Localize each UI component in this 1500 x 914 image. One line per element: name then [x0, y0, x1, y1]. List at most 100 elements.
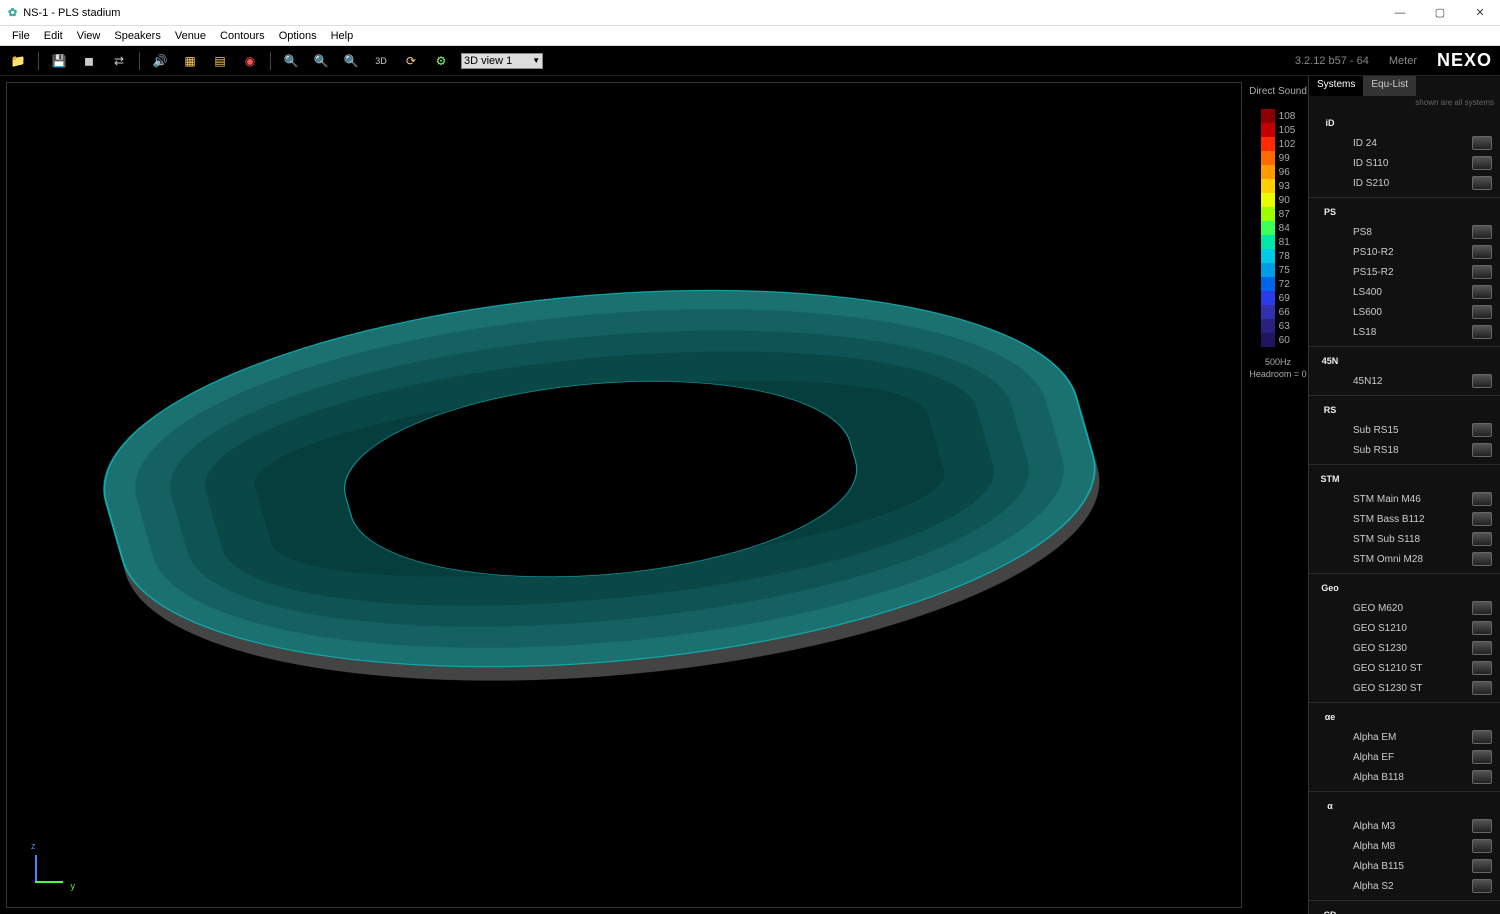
menu-options[interactable]: Options [273, 30, 323, 42]
speaker-item[interactable]: ID S110 [1309, 153, 1500, 173]
speaker-label: GEO S1230 ST [1353, 683, 1422, 694]
title-bar: ✿ NS-1 - PLS stadium — ▢ ✕ [0, 0, 1500, 26]
speaker-item[interactable]: Alpha EF [1309, 747, 1500, 767]
legend-value: 105 [1279, 125, 1296, 136]
speaker-item[interactable]: LS600 [1309, 302, 1500, 322]
legend-value: 90 [1279, 195, 1290, 206]
legend-headroom: Headroom = 0 [1249, 369, 1306, 381]
rotate-icon[interactable]: ⟳ [401, 51, 421, 71]
box1-icon[interactable]: ▦ [180, 51, 200, 71]
group-header: CD [1309, 905, 1500, 914]
legend-swatch [1261, 305, 1275, 319]
version-label: 3.2.12 b57 - 64 [1295, 55, 1369, 67]
menu-edit[interactable]: Edit [38, 30, 69, 42]
maximize-button[interactable]: ▢ [1428, 6, 1452, 19]
legend-swatch [1261, 207, 1275, 221]
speaker-item[interactable]: GEO S1210 [1309, 618, 1500, 638]
app-icon: ✿ [8, 6, 17, 19]
speaker-item[interactable]: STM Sub S118 [1309, 529, 1500, 549]
speaker-label: Alpha M8 [1353, 841, 1395, 852]
speaker-item[interactable]: PS15-R2 [1309, 262, 1500, 282]
speaker-thumb-icon [1472, 374, 1492, 388]
legend-value: 60 [1279, 335, 1290, 346]
minimize-button[interactable]: — [1388, 7, 1412, 19]
speaker-item[interactable]: GEO S1230 ST [1309, 678, 1500, 698]
speaker-item[interactable]: Alpha B118 [1309, 767, 1500, 787]
speaker-item[interactable]: Sub RS18 [1309, 440, 1500, 460]
speaker-item[interactable]: GEO S1230 [1309, 638, 1500, 658]
settings-icon[interactable]: ⚙ [431, 51, 451, 71]
speaker-item[interactable]: ID 24 [1309, 133, 1500, 153]
speaker-item[interactable]: Alpha M3 [1309, 816, 1500, 836]
menu-help[interactable]: Help [325, 30, 360, 42]
speaker-item[interactable]: PS10-R2 [1309, 242, 1500, 262]
legend-frequency: 500Hz [1249, 357, 1306, 369]
speaker-thumb-icon [1472, 661, 1492, 675]
legend-row: 72 [1261, 277, 1296, 291]
systems-panel: Systems Equ-List shown are all systems i… [1308, 76, 1500, 914]
zoom-in-icon[interactable]: 🔍 [281, 51, 301, 71]
speaker-item[interactable]: Sub RS15 [1309, 420, 1500, 440]
speaker-item[interactable]: Alpha S2 [1309, 876, 1500, 896]
speaker-item[interactable]: GEO M620 [1309, 598, 1500, 618]
spl-legend: Direct Sound 108105102999693908784817875… [1248, 76, 1308, 914]
close-button[interactable]: ✕ [1468, 6, 1492, 19]
speaker-item[interactable]: Alpha EM [1309, 727, 1500, 747]
speaker-label: 45N12 [1353, 376, 1382, 387]
menu-view[interactable]: View [71, 30, 107, 42]
menu-contours[interactable]: Contours [214, 30, 271, 42]
speaker-group: CDSub CD12Sub CD18 [1309, 901, 1500, 914]
viewport-3d[interactable]: z y [0, 76, 1248, 914]
tab-equ-list[interactable]: Equ-List [1363, 76, 1416, 96]
speaker-item[interactable]: Alpha B115 [1309, 856, 1500, 876]
speaker-thumb-icon [1472, 285, 1492, 299]
stop-icon[interactable]: ◼ [79, 51, 99, 71]
speaker-item[interactable]: STM Omni M28 [1309, 549, 1500, 569]
zoom-out-icon[interactable]: 🔍 [311, 51, 331, 71]
speaker-label: GEO S1210 ST [1353, 663, 1422, 674]
sphere-icon[interactable]: ◉ [240, 51, 260, 71]
speaker-item[interactable]: STM Bass B112 [1309, 509, 1500, 529]
group-header: 45N [1309, 351, 1500, 371]
speaker-group: αAlpha M3Alpha M8Alpha B115Alpha S2 [1309, 792, 1500, 901]
speaker-item[interactable]: LS18 [1309, 322, 1500, 342]
box2-icon[interactable]: ▤ [210, 51, 230, 71]
speaker-thumb-icon [1472, 621, 1492, 635]
legend-value: 63 [1279, 321, 1290, 332]
speaker-item[interactable]: PS8 [1309, 222, 1500, 242]
view-dropdown[interactable]: 3D view 1 ▼ [461, 53, 543, 69]
view-3d-icon[interactable]: 3D [371, 51, 391, 71]
legend-value: 102 [1279, 139, 1296, 150]
speaker-thumb-icon [1472, 730, 1492, 744]
legend-row: 96 [1261, 165, 1296, 179]
speaker-item[interactable]: Alpha M8 [1309, 836, 1500, 856]
brand-icon: Geo [1315, 580, 1345, 596]
legend-value: 66 [1279, 307, 1290, 318]
group-header: RS [1309, 400, 1500, 420]
legend-swatch [1261, 221, 1275, 235]
legend-value: 99 [1279, 153, 1290, 164]
zoom-fit-icon[interactable]: 🔍 [341, 51, 361, 71]
legend-row: 90 [1261, 193, 1296, 207]
speaker-item[interactable]: ID S210 [1309, 173, 1500, 193]
menu-speakers[interactable]: Speakers [108, 30, 166, 42]
speaker-label: GEO S1210 [1353, 623, 1407, 634]
save-icon[interactable]: 💾 [49, 51, 69, 71]
speaker-item[interactable]: LS400 [1309, 282, 1500, 302]
axis-gizmo: z y [27, 841, 77, 891]
menu-file[interactable]: File [6, 30, 36, 42]
legend-row: 93 [1261, 179, 1296, 193]
legend-swatch [1261, 193, 1275, 207]
speaker-item[interactable]: 45N12 [1309, 371, 1500, 391]
speaker-label: GEO M620 [1353, 603, 1403, 614]
speaker-thumb-icon [1472, 750, 1492, 764]
menu-venue[interactable]: Venue [169, 30, 212, 42]
open-icon[interactable]: 📁 [8, 51, 28, 71]
speaker-icon[interactable]: 🔊 [150, 51, 170, 71]
speaker-label: STM Sub S118 [1353, 534, 1420, 545]
speaker-item[interactable]: STM Main M46 [1309, 489, 1500, 509]
speaker-item[interactable]: GEO S1210 ST [1309, 658, 1500, 678]
speaker-group: STMSTM Main M46STM Bass B112STM Sub S118… [1309, 465, 1500, 574]
tab-systems[interactable]: Systems [1309, 76, 1363, 96]
share-icon[interactable]: ⇄ [109, 51, 129, 71]
